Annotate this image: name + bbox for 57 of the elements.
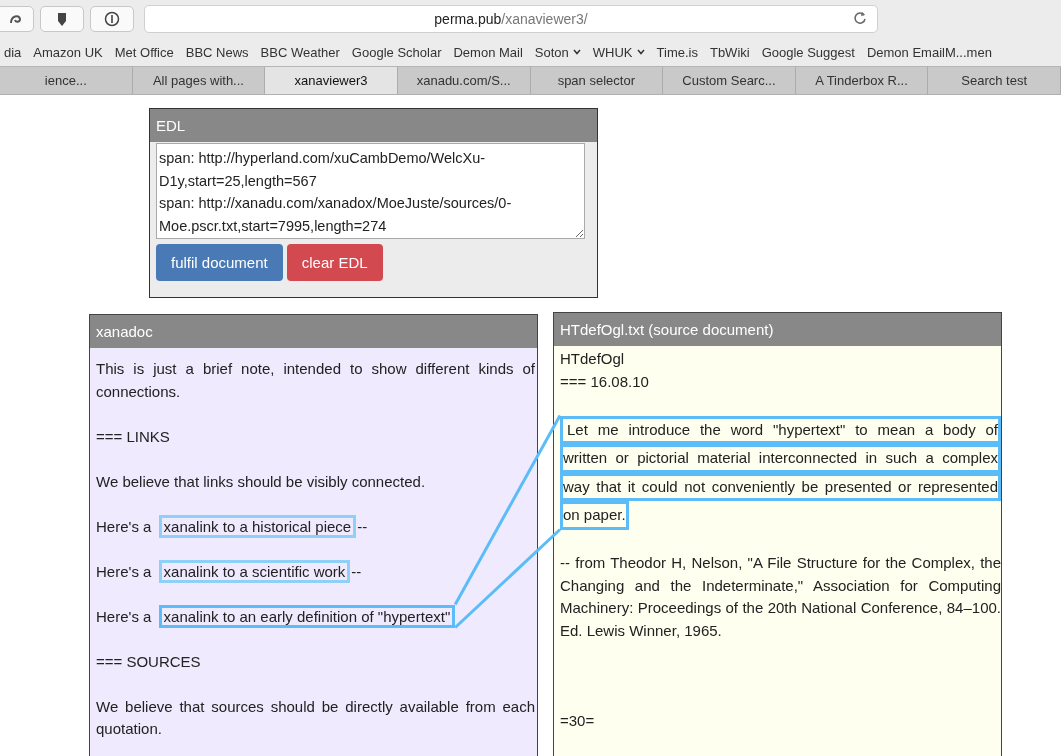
paragraph: We believe that links should be visibly connected. [96,471,427,492]
bookmark-link[interactable]: Time.is [656,44,698,60]
bookmark-link[interactable]: dia [4,44,22,60]
folder-label: WHUK [592,44,633,60]
citation: -- from Theodor H, Nelson, "A File Structure for the Complex, the Changing and the Indeterminate," Association for Computing Machinery: Proceedings of the 20th National Conference, 84–100. Ed. Lewis Winner, 1965. [560,553,1001,641]
shield-icon [55,11,69,27]
bookmark-link[interactable]: Met Office [114,44,174,60]
panel-title: EDL [150,109,597,142]
link-prefix: Here's a [96,562,152,580]
bookmark-link[interactable]: Google Suggest [761,44,855,60]
toolbar-button[interactable] [40,6,84,32]
bookmark-link[interactable]: TbWiki [709,44,750,60]
action-button[interactable]: clear EDL [286,244,383,281]
xanalink[interactable]: xanalink to a historical piece [158,514,357,538]
paragraph: === SOURCES [96,651,202,672]
browser-tab[interactable]: A Tinderbox R... [795,67,929,94]
edl-text-area[interactable]: span: http://hyperland.com/xuCambDemo/WelcXu-D1y,start=25,length=567 span: http://xanadu.com/xanadox/MoeJuste/sources/0-Moe.pscr.txt,start=7995,length=274 [156,143,585,239]
address-bar[interactable]: perma.pub/xanaviewer3/ [144,5,878,33]
xanalink[interactable]: xanalink to a scientific work [158,559,351,583]
url-path: /xanaviewer3/ [501,11,588,27]
panel-title: HTdefOgl.txt (source document) [554,313,1001,346]
xanalink[interactable]: xanalink to an early definition of "hypertext" [158,604,456,628]
chevron-icon [636,49,645,55]
text-line: HTdefOgl [560,349,626,369]
bookmark-folder[interactable]: Soton [534,44,581,60]
reload-icon [853,11,867,25]
info-button[interactable] [90,6,134,32]
browser-tab[interactable]: xanadu.com/S... [397,67,531,94]
link-suffix: -- [351,562,362,580]
info-icon [104,11,120,27]
chevron-icon [572,49,581,55]
text-line: === 16.08.10 [560,371,650,392]
browser-tab[interactable]: xanaviewer3 [265,67,398,94]
browser-tab[interactable]: ience... [0,67,133,94]
browser-tab[interactable]: Search test [928,67,1061,94]
browser-tab[interactable]: span selector [530,67,664,94]
browser-tab[interactable]: Custom Searc... [663,67,796,94]
bookmark-link[interactable]: BBC Weather [260,44,340,60]
bookmark-folder[interactable]: WHUK [592,44,645,60]
action-button[interactable]: fulfil document [156,244,283,281]
swirl-icon [8,12,22,26]
bookmark-link[interactable]: Demon Mail [453,44,523,60]
link-prefix: Here's a [96,517,152,535]
toolbar-button[interactable] [0,6,34,32]
bookmark-link[interactable]: Amazon UK [33,44,103,60]
panel-title: xanadoc [90,315,537,348]
paragraph: We believe that sources should be directly available from each quotation. [96,696,535,739]
bookmark-link[interactable]: Google Scholar [351,44,442,60]
bookmark-link[interactable]: Demon EmailM...men [866,44,992,60]
paragraph: This is just a brief note, intended to show different kinds of connections. [96,359,535,402]
link-suffix: -- [357,517,368,535]
folder-label: Soton [534,44,569,60]
paragraph: === LINKS [96,426,171,447]
url-host: perma.pub [434,11,502,27]
bookmark-link[interactable]: BBC News [185,44,249,60]
link-prefix: Here's a [96,607,152,625]
end-marker: =30= [560,710,596,731]
